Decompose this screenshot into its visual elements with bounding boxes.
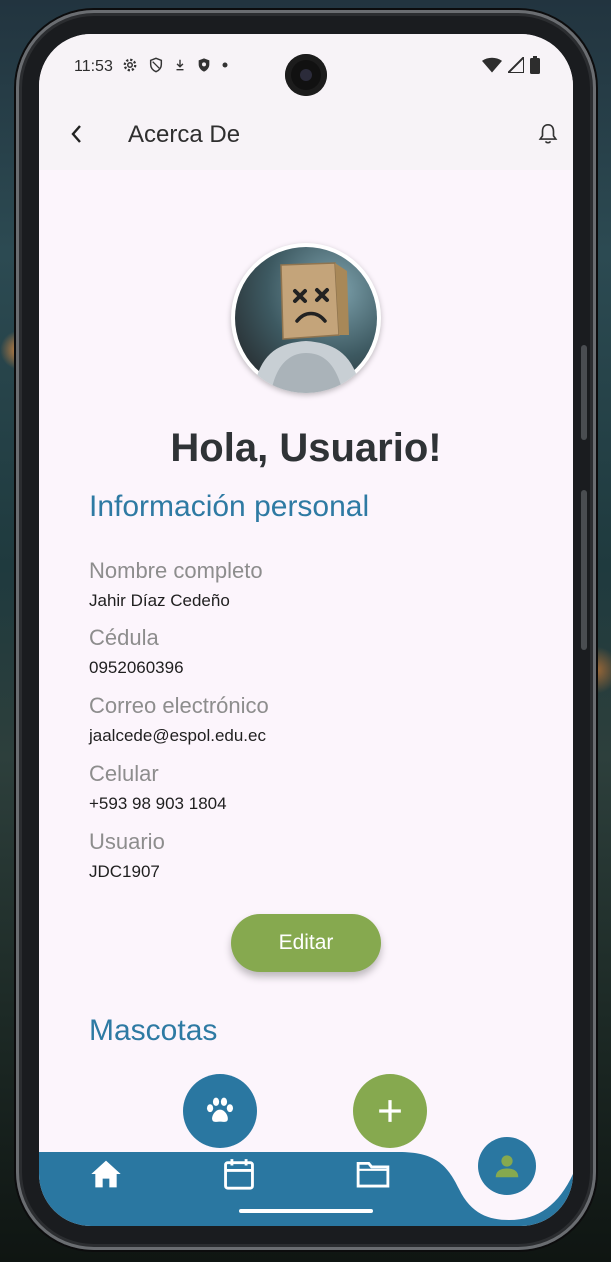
front-camera [285, 54, 327, 96]
chevron-left-icon[interactable] [65, 122, 89, 146]
add-pet-button[interactable] [353, 1074, 427, 1148]
status-system-icons [482, 56, 540, 74]
avatar [231, 243, 381, 393]
field-label-phone: Celular [89, 761, 159, 786]
page-title: Acerca De [128, 121, 241, 148]
avatar-image [235, 247, 377, 393]
nav-documents[interactable] [353, 1154, 393, 1194]
field-value-username: JDC1907 [89, 862, 160, 881]
dot-icon [222, 62, 228, 68]
section-title-personal-info: Información personal [89, 490, 370, 523]
home-indicator[interactable] [239, 1209, 373, 1213]
status-time: 11:53 [74, 58, 113, 75]
volume-button [581, 345, 587, 440]
field-value-email: jaalcede@espol.edu.ec [89, 726, 266, 745]
field-value-phone: +593 98 903 1804 [89, 794, 227, 813]
home-icon [91, 1160, 121, 1188]
field-value-id-number: 0952060396 [89, 658, 184, 677]
field-value-full-name: Jahir Díaz Cedeño [89, 591, 230, 610]
section-title-pets: Mascotas [89, 1014, 218, 1047]
paw-icon [206, 1097, 234, 1122]
status-bar: 11:53 [39, 34, 573, 104]
field-label-id-number: Cédula [89, 625, 159, 650]
nav-calendar[interactable] [219, 1154, 259, 1194]
shield-outline-icon [149, 57, 163, 73]
power-button [581, 490, 587, 650]
wifi-icon [482, 57, 502, 73]
pets-button[interactable] [183, 1074, 257, 1148]
field-label-username: Usuario [89, 829, 165, 854]
nav-home[interactable] [86, 1154, 126, 1194]
edit-button[interactable]: Editar [231, 914, 381, 972]
folder-icon [356, 1161, 390, 1188]
status-notification-icons [121, 56, 229, 74]
greeting: Hola, Usuario! [170, 426, 442, 470]
gear-icon [123, 58, 137, 72]
battery-icon [530, 56, 540, 74]
app-bar: Acerca De [39, 104, 573, 170]
download-icon [176, 59, 184, 71]
plus-icon [379, 1100, 401, 1122]
field-label-full-name: Nombre completo [89, 558, 263, 583]
calendar-icon [224, 1159, 254, 1190]
nav-profile[interactable] [478, 1137, 536, 1195]
person-icon [495, 1155, 519, 1178]
bell-icon[interactable] [537, 122, 559, 146]
shield-icon [198, 58, 210, 72]
field-label-email: Correo electrónico [89, 693, 269, 718]
signal-icon [508, 57, 524, 73]
screen: 11:53 Acerca De Hola, Usuario! Informaci… [39, 34, 573, 1226]
